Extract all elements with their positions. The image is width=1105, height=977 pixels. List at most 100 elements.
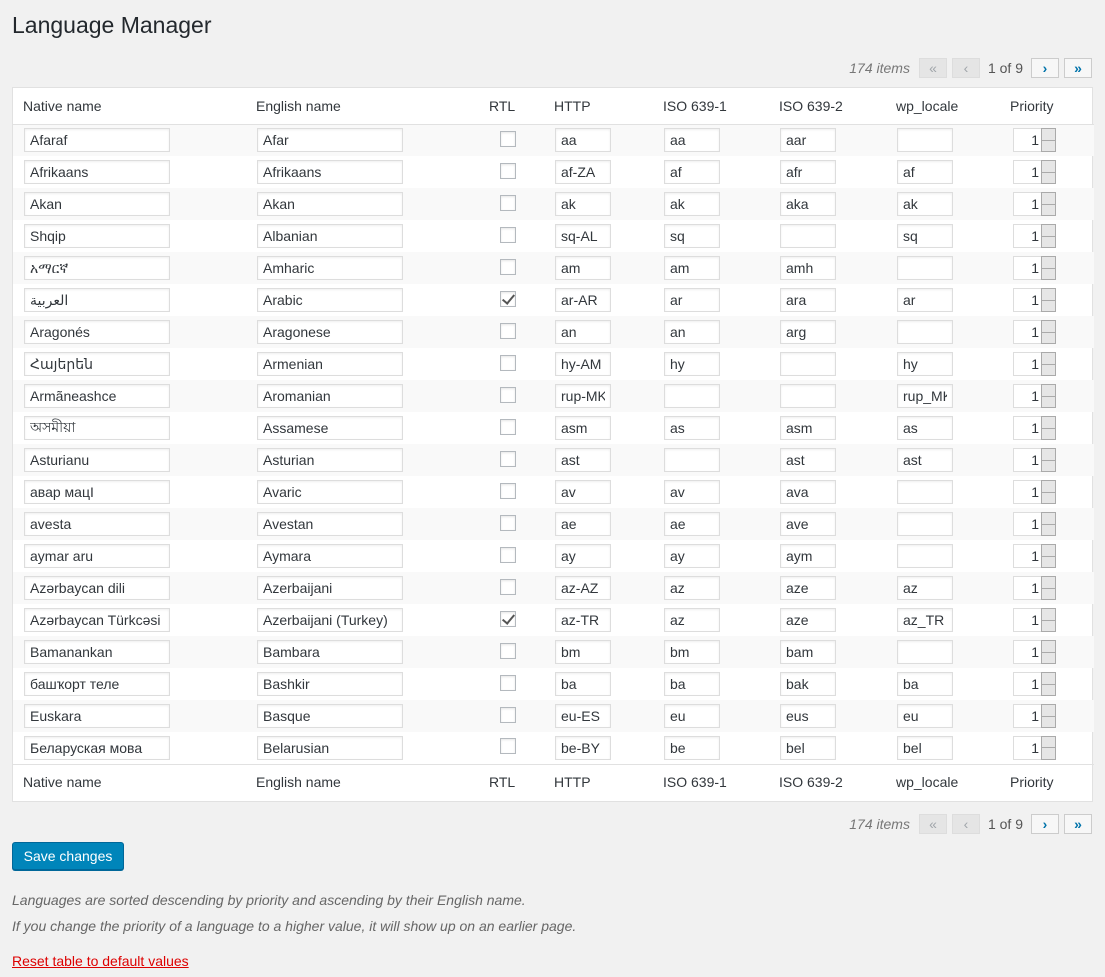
english-name-input[interactable] (257, 480, 403, 504)
wp-locale-input[interactable] (897, 256, 953, 280)
rtl-checkbox[interactable] (500, 418, 516, 435)
iso-639-2-input[interactable] (780, 480, 836, 504)
english-name-input[interactable] (257, 735, 403, 760)
priority-stepper[interactable]: 1 (1013, 384, 1056, 408)
wp-locale-input[interactable] (897, 640, 953, 664)
english-name-input[interactable] (257, 448, 403, 472)
iso-639-2-input[interactable] (780, 448, 836, 472)
priority-stepper[interactable]: 1 (1013, 320, 1056, 344)
http-input[interactable] (555, 416, 611, 440)
priority-value[interactable]: 1 (1013, 224, 1041, 248)
iso-639-1-input[interactable] (664, 256, 720, 280)
rtl-checkbox[interactable] (500, 354, 516, 371)
wp-locale-input[interactable] (897, 735, 953, 760)
english-name-input[interactable] (257, 576, 403, 600)
native-name-input[interactable] (24, 320, 170, 344)
save-changes-button[interactable]: Save changes (12, 842, 124, 870)
http-input[interactable] (555, 288, 611, 312)
rtl-checkbox[interactable] (500, 290, 516, 307)
priority-value[interactable]: 1 (1013, 320, 1041, 344)
spinner-arrows-icon[interactable] (1041, 320, 1056, 344)
native-name-input[interactable] (24, 160, 170, 184)
priority-value[interactable]: 1 (1013, 448, 1041, 472)
http-input[interactable] (555, 576, 611, 600)
priority-value[interactable]: 1 (1013, 384, 1041, 408)
spinner-arrows-icon[interactable] (1041, 224, 1056, 248)
native-name-input[interactable] (24, 256, 170, 280)
rtl-checkbox[interactable] (500, 194, 516, 211)
priority-value[interactable]: 1 (1013, 608, 1041, 632)
spinner-arrows-icon[interactable] (1041, 512, 1056, 536)
priority-value[interactable]: 1 (1013, 704, 1041, 728)
english-name-input[interactable] (257, 640, 403, 664)
priority-stepper[interactable]: 1 (1013, 704, 1056, 728)
rtl-checkbox[interactable] (500, 674, 516, 691)
priority-value[interactable]: 1 (1013, 672, 1041, 696)
wp-locale-input[interactable] (897, 160, 953, 184)
native-name-input[interactable] (24, 735, 170, 760)
native-name-input[interactable] (24, 224, 170, 248)
english-name-input[interactable] (257, 256, 403, 280)
spinner-arrows-icon[interactable] (1041, 544, 1056, 568)
priority-stepper[interactable]: 1 (1013, 224, 1056, 248)
priority-stepper[interactable]: 1 (1013, 512, 1056, 536)
http-input[interactable] (555, 704, 611, 728)
priority-value[interactable]: 1 (1013, 416, 1041, 440)
priority-value[interactable]: 1 (1013, 640, 1041, 664)
english-name-input[interactable] (257, 128, 403, 153)
rtl-checkbox[interactable] (500, 546, 516, 563)
http-input[interactable] (555, 544, 611, 568)
spinner-arrows-icon[interactable] (1041, 192, 1056, 216)
iso-639-1-input[interactable] (664, 448, 720, 472)
rtl-checkbox[interactable] (500, 706, 516, 723)
english-name-input[interactable] (257, 672, 403, 696)
last-page-button[interactable]: » (1064, 58, 1092, 78)
native-name-input[interactable] (24, 512, 170, 536)
native-name-input[interactable] (24, 128, 170, 153)
iso-639-1-input[interactable] (664, 288, 720, 312)
reset-table-link[interactable]: Reset table to default values (12, 953, 189, 969)
wp-locale-input[interactable] (897, 320, 953, 344)
wp-locale-input[interactable] (897, 288, 953, 312)
wp-locale-input[interactable] (897, 512, 953, 536)
iso-639-2-input[interactable] (780, 608, 836, 632)
iso-639-2-input[interactable] (780, 192, 836, 216)
iso-639-1-input[interactable] (664, 192, 720, 216)
priority-value[interactable]: 1 (1013, 192, 1041, 216)
spinner-arrows-icon[interactable] (1041, 160, 1056, 184)
priority-stepper[interactable]: 1 (1013, 576, 1056, 600)
http-input[interactable] (555, 735, 611, 760)
iso-639-2-input[interactable] (780, 384, 836, 408)
wp-locale-input[interactable] (897, 608, 953, 632)
priority-stepper[interactable]: 1 (1013, 735, 1056, 760)
native-name-input[interactable] (24, 448, 170, 472)
wp-locale-input[interactable] (897, 448, 953, 472)
spinner-arrows-icon[interactable] (1041, 288, 1056, 312)
iso-639-2-input[interactable] (780, 576, 836, 600)
priority-value[interactable]: 1 (1013, 512, 1041, 536)
wp-locale-input[interactable] (897, 128, 953, 153)
wp-locale-input[interactable] (897, 672, 953, 696)
first-page-button[interactable]: « (918, 58, 947, 78)
spinner-arrows-icon[interactable] (1041, 704, 1056, 728)
http-input[interactable] (555, 608, 611, 632)
iso-639-1-input[interactable] (664, 352, 720, 376)
next-page-button[interactable]: › (1031, 814, 1059, 834)
rtl-checkbox[interactable] (500, 482, 516, 499)
priority-stepper[interactable]: 1 (1013, 448, 1056, 472)
english-name-input[interactable] (257, 608, 403, 632)
iso-639-2-input[interactable] (780, 512, 836, 536)
english-name-input[interactable] (257, 288, 403, 312)
native-name-input[interactable] (24, 352, 170, 376)
wp-locale-input[interactable] (897, 544, 953, 568)
english-name-input[interactable] (257, 512, 403, 536)
iso-639-1-input[interactable] (664, 672, 720, 696)
wp-locale-input[interactable] (897, 576, 953, 600)
wp-locale-input[interactable] (897, 224, 953, 248)
iso-639-2-input[interactable] (780, 544, 836, 568)
iso-639-1-input[interactable] (664, 160, 720, 184)
spinner-arrows-icon[interactable] (1041, 480, 1056, 504)
http-input[interactable] (555, 480, 611, 504)
iso-639-1-input[interactable] (664, 384, 720, 408)
wp-locale-input[interactable] (897, 352, 953, 376)
